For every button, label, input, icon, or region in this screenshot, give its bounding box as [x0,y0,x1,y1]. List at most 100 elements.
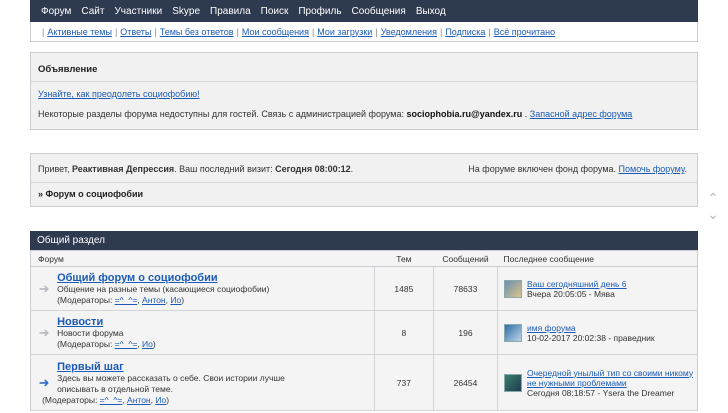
moderators-label: (Модераторы: [42,394,100,405]
scroll-controls: ⌃ ⌄ [704,190,722,222]
subnav-notifications[interactable]: Уведомления [381,27,437,37]
nav-members[interactable]: Участники [109,6,167,17]
moderator-link[interactable]: =^_^= [115,295,138,305]
forum-description: Здесь вы можете рассказать о себе. Свои … [57,372,285,394]
moderators-end: ) [181,295,185,305]
last-post-meta: Вчера 20:05:05 - Мява [527,288,615,299]
subnav-unanswered[interactable]: Темы без ответов [160,27,234,37]
subnav-replies[interactable]: Ответы [120,27,151,37]
moderator-link[interactable]: Антон [142,295,166,305]
nav-rules[interactable]: Правила [205,6,256,17]
nav-forum[interactable]: Форум [36,6,76,17]
subnav-my-posts[interactable]: Мои сообщения [242,27,309,37]
forum-description: Общение на разные темы (касающиеся социо… [57,284,270,294]
announcement-text-line: Некоторые разделы форума недоступны для … [38,109,632,119]
forum-title[interactable]: Общий форум о социофобии [57,272,218,284]
moderator-link[interactable]: Ио [142,339,153,349]
posts-count: 196 [433,310,499,355]
separator: | [439,26,443,37]
announcement-title: Объявление [38,64,98,75]
separator: | [42,26,45,37]
greeting-prefix: Привет, [38,164,73,174]
read-arrow-icon: ➜ [38,280,50,296]
announcement-dot: . [522,109,530,119]
help-forum-link[interactable]: Помочь форуму [619,164,685,174]
announcement-text: Некоторые разделы форума недоступны для … [38,109,407,119]
moderators: (Модераторы: =^_^=, Ио) [57,339,156,349]
forum-table: Форум Тем Сообщений Последнее сообщение … [30,250,698,411]
separator: | [154,26,157,37]
topics-count: 737 [374,354,434,411]
last-post-link[interactable]: Ваш сегодняшний день 6 [527,279,627,289]
subnav-active-topics[interactable]: Активные темы [47,27,112,37]
greeting: Привет, Реактивная Депрессия. Ваш послед… [38,164,353,174]
welcome-box: Привет, Реактивная Депрессия. Ваш послед… [30,153,698,207]
subnav-mark-all-read[interactable]: Всё прочитано [494,27,555,37]
moderator-link[interactable]: Ио [155,395,166,405]
separator: | [114,26,118,37]
forum-title[interactable]: Новости [57,316,103,328]
avatar [504,373,522,392]
subnav-my-uploads[interactable]: Мои загрузки [317,27,372,37]
forum-title[interactable]: Первый шаг [57,361,124,373]
announcement-box: Объявление Узнайте, как преодолеть социо… [30,52,698,130]
fund-notice: На форуме включен фонд форума. Помочь фо… [468,164,687,174]
nav-logout[interactable]: Выход [411,6,451,17]
moderators-label: (Модераторы: [57,295,115,305]
new-posts-arrow-icon: ➜ [38,374,50,390]
subnav-subscriptions[interactable]: Подписка [445,27,485,37]
posts-count: 78633 [433,266,499,311]
sub-navigation: | Активные темы | Ответы | Темы без отве… [30,22,698,42]
posts-count: 26454 [433,354,499,411]
table-header-row: Форум Тем Сообщений Последнее сообщение [30,250,698,267]
fund-suffix: . [684,164,687,174]
separator: | [236,26,239,37]
moderators: (Модераторы: =^_^=, Антон, Ио) [42,394,170,405]
visit-suffix: . [350,164,354,174]
admin-email: sociophobia.ru@yandex.ru [406,109,523,119]
read-arrow-icon: ➜ [38,324,50,340]
moderator-link[interactable]: =^_^= [115,339,138,349]
section-header: Общий раздел [30,231,698,250]
moderator-link[interactable]: Антон [127,395,151,405]
scroll-up-icon[interactable]: ⌃ [704,190,722,206]
column-topics: Тем [374,250,434,267]
moderators-end: ) [152,339,156,349]
announcement-link[interactable]: Узнайте, как преодолеть социофобию! [38,89,200,99]
divider [31,182,697,183]
separator: | [488,26,491,37]
moderators-end: ) [166,394,170,405]
last-post-link[interactable]: Очередной унылый тип со своими никому не… [527,368,693,388]
column-last-post: Последнее сообщение [497,250,698,267]
column-forum: Форум [30,250,375,267]
last-post-link[interactable]: имя форума [527,323,576,333]
nav-search[interactable]: Поиск [256,6,294,17]
nav-messages[interactable]: Сообщения [347,6,411,17]
separator: | [311,26,315,37]
last-visit-time: Сегодня 08:00:12 [275,164,351,174]
moderator-link[interactable]: =^_^= [100,395,123,405]
divider [31,81,697,82]
moderators: (Модераторы: =^_^=, Антон, Ио) [57,295,185,305]
last-post-meta: Сегодня 08:18:57 - Ysera the Dreamer [527,387,675,398]
separator: | [375,26,378,37]
nav-skype[interactable]: Skype [167,6,205,17]
forum-row: ➜ Первый шаг Здесь вы можете рассказать … [30,354,698,411]
backup-address-link[interactable]: Запасной адрес форума [530,109,633,119]
topics-count: 1485 [374,266,434,311]
visit-prefix: . Ваш последний визит: [174,164,276,174]
forum-row: ➜ Общий форум о социофобии Общение на ра… [30,266,698,311]
avatar [504,323,522,342]
top-navigation: Форум Сайт Участники Skype Правила Поиск… [30,0,698,22]
column-posts: Сообщений [433,250,498,267]
forum-row: ➜ Новости Новости форума (Модераторы: =^… [30,310,698,355]
moderator-link[interactable]: Ио [170,295,181,305]
nav-site[interactable]: Сайт [76,6,109,17]
topics-count: 8 [374,310,434,355]
breadcrumb[interactable]: » Форум о социофобии [38,189,143,199]
avatar [504,279,522,298]
forum-description: Новости форума [57,328,124,338]
moderators-label: (Модераторы: [57,339,115,349]
nav-profile[interactable]: Профиль [293,6,346,17]
scroll-down-icon[interactable]: ⌄ [704,206,722,222]
